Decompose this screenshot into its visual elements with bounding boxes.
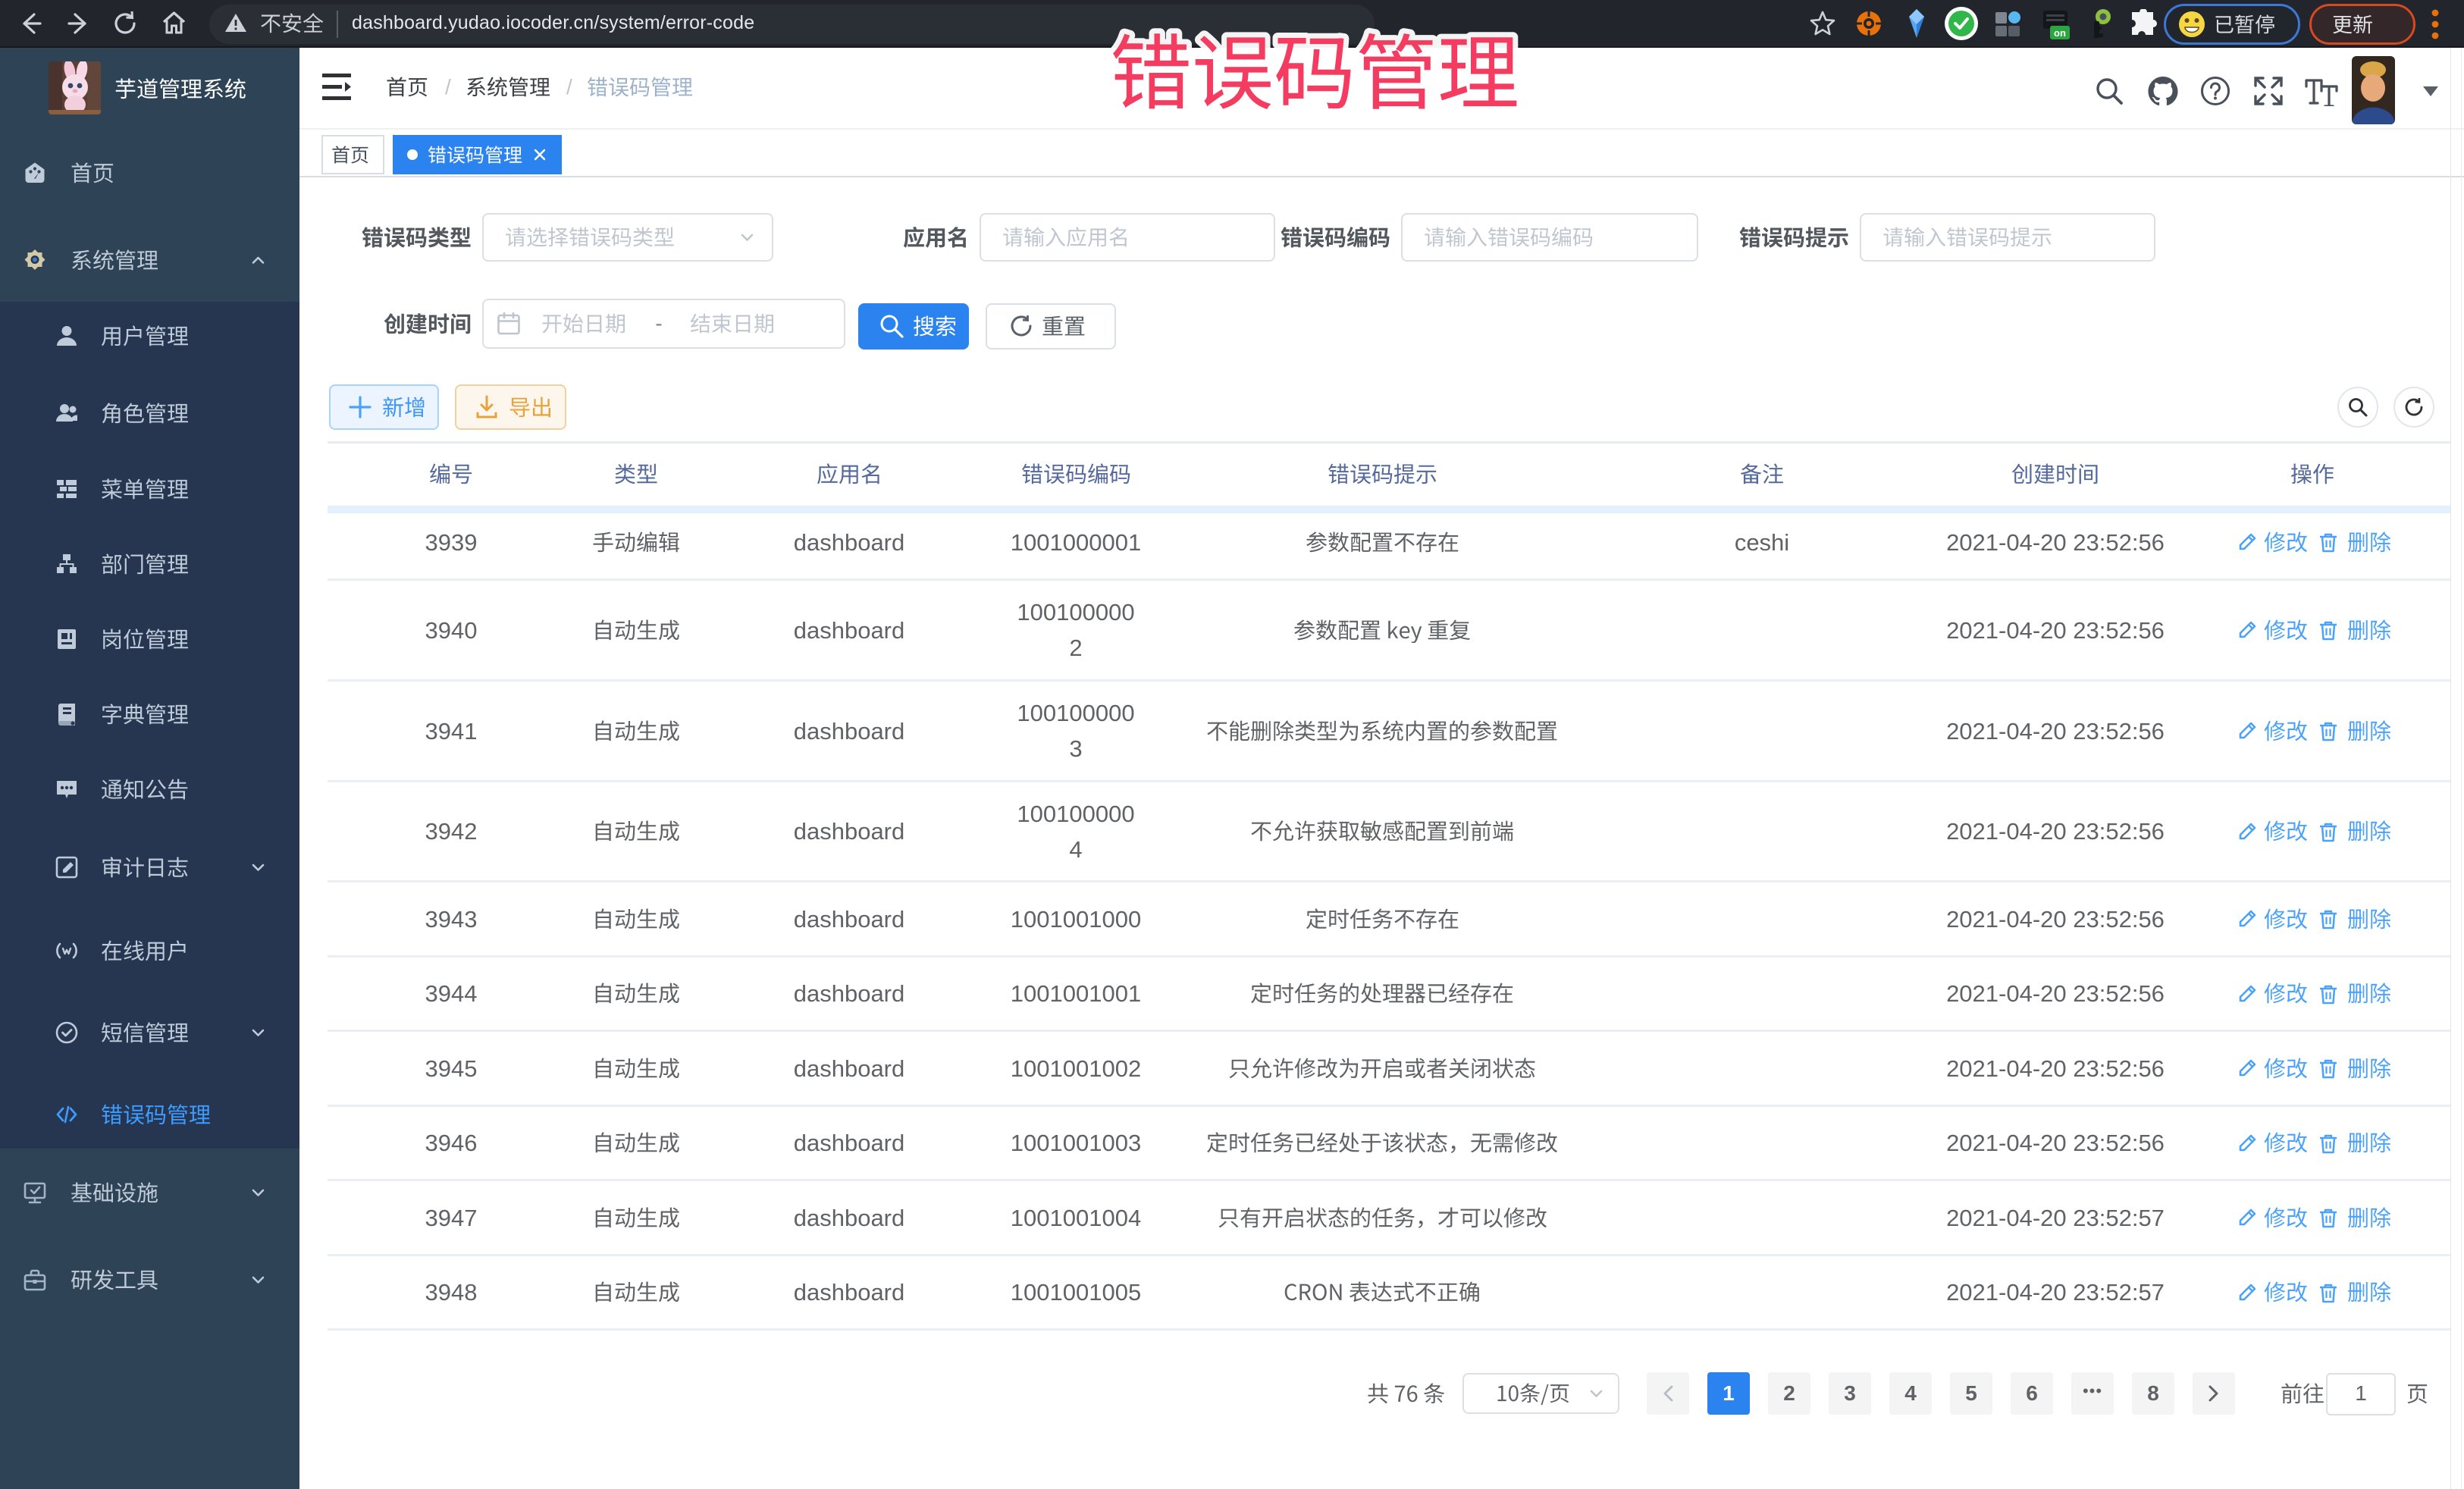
svg-text:on: on <box>2054 27 2066 39</box>
